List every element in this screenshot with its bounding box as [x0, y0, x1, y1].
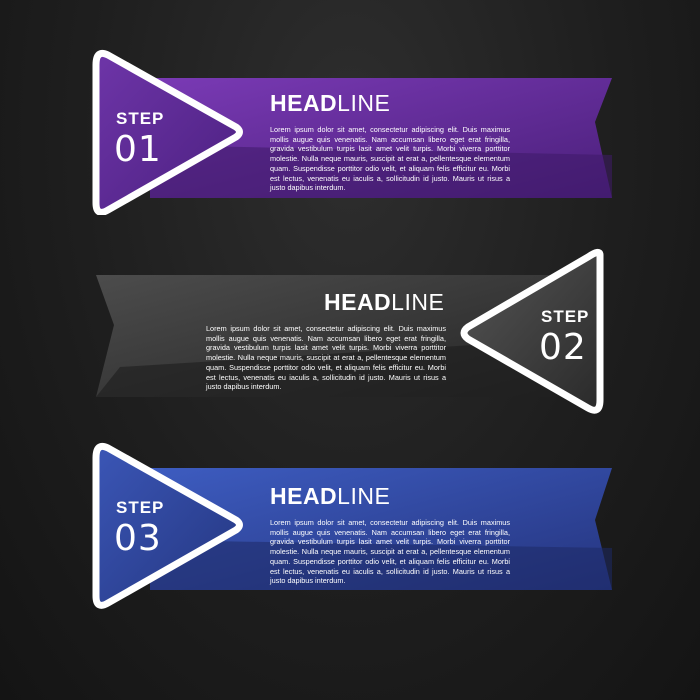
- step-01-label: STEP: [116, 109, 165, 128]
- step-03-headline-bold: HEAD: [270, 483, 338, 509]
- step-02-body: Lorem ipsum dolor sit amet, consectetur …: [206, 324, 446, 392]
- step-01-headline-bold: HEAD: [270, 90, 338, 116]
- step-01-banner: STEP 01 HEADLINE Lorem ipsum dolor sit a…: [0, 45, 700, 215]
- step-02-headline-light: LINE: [391, 289, 445, 315]
- step-02-headline-bold: HEAD: [324, 289, 392, 315]
- step-03-headline-light: LINE: [337, 483, 391, 509]
- step-03-label: STEP: [116, 498, 165, 517]
- step-02-label: STEP: [541, 307, 590, 326]
- step-02-banner: HEADLINE Lorem ipsum dolor sit amet, con…: [0, 245, 700, 415]
- step-03-headline: HEADLINE: [270, 483, 390, 510]
- step-01-headline: HEADLINE: [270, 90, 390, 117]
- step-01-number: 01: [114, 129, 162, 170]
- step-02-headline: HEADLINE: [324, 289, 444, 316]
- step-01-headline-light: LINE: [337, 90, 391, 116]
- step-02-number: 02: [539, 327, 587, 368]
- step-03-banner: STEP 03 HEADLINE Lorem ipsum dolor sit a…: [0, 440, 700, 610]
- step-01-body: Lorem ipsum dolor sit amet, consectetur …: [270, 125, 510, 193]
- step-03-number: 03: [114, 518, 162, 559]
- step-03-body: Lorem ipsum dolor sit amet, consectetur …: [270, 518, 510, 586]
